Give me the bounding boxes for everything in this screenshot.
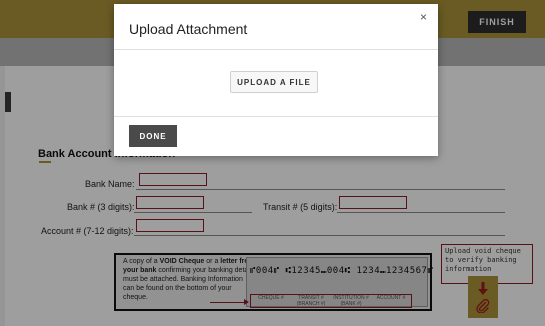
upload-file-button[interactable]: UPLOAD A FILE [230,71,318,93]
close-icon[interactable]: × [420,10,427,24]
upload-attachment-dialog: Upload Attachment × UPLOAD A FILE DONE [114,4,438,156]
dialog-divider [114,49,438,50]
done-button[interactable]: DONE [129,125,177,147]
dialog-title: Upload Attachment [129,21,248,37]
dialog-divider [114,116,438,117]
